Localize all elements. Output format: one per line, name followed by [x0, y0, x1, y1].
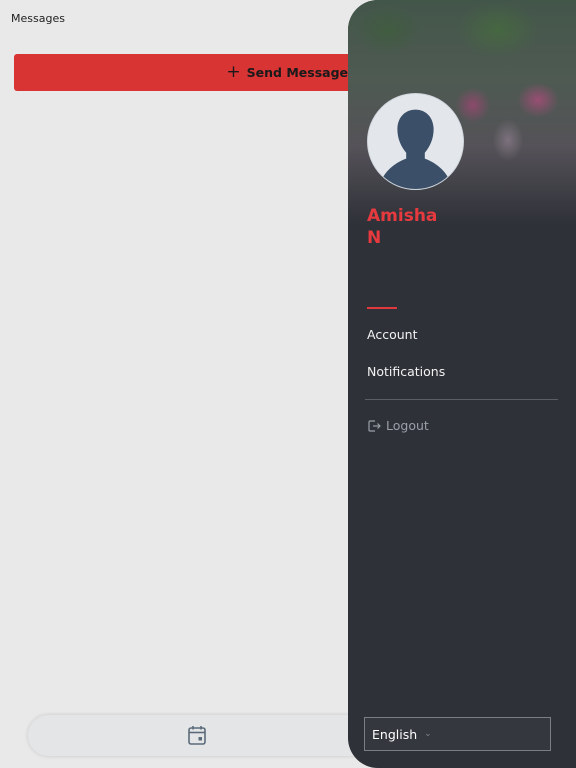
logout-button[interactable]: Logout — [367, 418, 429, 433]
menu-divider — [365, 399, 558, 400]
menu-item-notifications[interactable]: Notifications — [367, 364, 445, 379]
menu-item-account[interactable]: Account — [367, 327, 417, 342]
logout-icon — [368, 419, 381, 432]
person-silhouette-icon — [368, 94, 463, 189]
user-name: Amisha N — [367, 206, 438, 248]
page-title: Messages — [11, 12, 65, 25]
plus-icon: + — [226, 62, 241, 82]
calendar-icon[interactable] — [188, 725, 206, 745]
menu-accent-divider — [367, 307, 397, 309]
language-selected: English — [372, 726, 418, 742]
logout-label: Logout — [386, 418, 429, 433]
avatar[interactable] — [367, 93, 464, 190]
send-message-button[interactable]: + Send Message — [14, 54, 394, 91]
language-select[interactable]: English ⌄ — [364, 717, 551, 751]
side-drawer: Amisha N Account Notifications Logout En… — [348, 0, 576, 768]
send-message-label: Send Message — [246, 65, 348, 80]
chevron-down-icon: ⌄ — [424, 729, 432, 739]
